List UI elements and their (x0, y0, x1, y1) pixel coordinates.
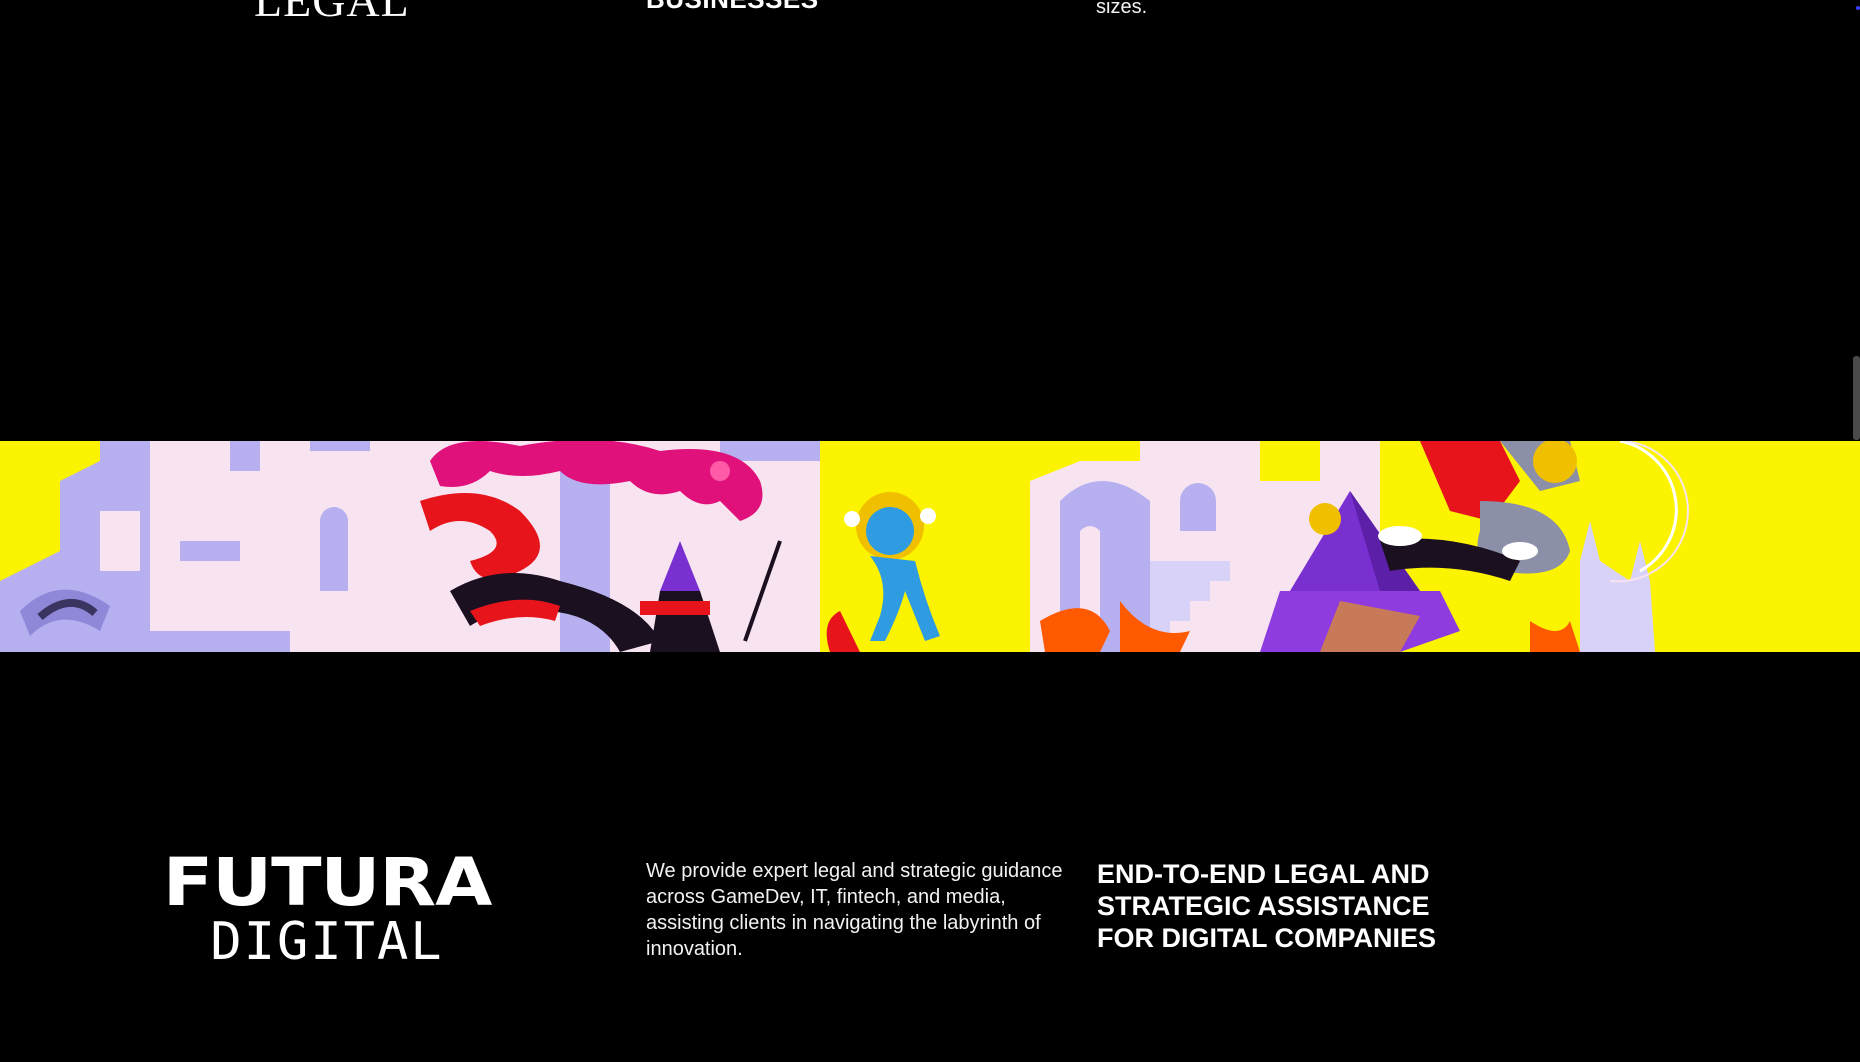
logo-sub-text: DIGITAL (210, 912, 444, 972)
scrollbar-thumb[interactable] (1853, 356, 1860, 440)
top-section-heading: BUSINESSES (646, 0, 819, 12)
corner-indicator-dot (1856, 6, 1860, 10)
top-section-text: sizes. (1096, 0, 1148, 18)
logo-main-text: FUTURA (162, 844, 493, 921)
company-tagline: END-TO-END LEGAL AND STRATEGIC ASSISTANC… (1097, 859, 1437, 953)
company-description: We provide expert legal and strategic gu… (646, 860, 1063, 960)
banner-illustration (0, 441, 1860, 652)
page: LEGAL BUSINESSES sizes. (0, 0, 1860, 1062)
futura-digital-logo[interactable]: FUTURA DIGITAL (132, 850, 522, 972)
illustration-banner (0, 441, 1860, 652)
top-logo-text: LEGAL (254, 0, 410, 26)
